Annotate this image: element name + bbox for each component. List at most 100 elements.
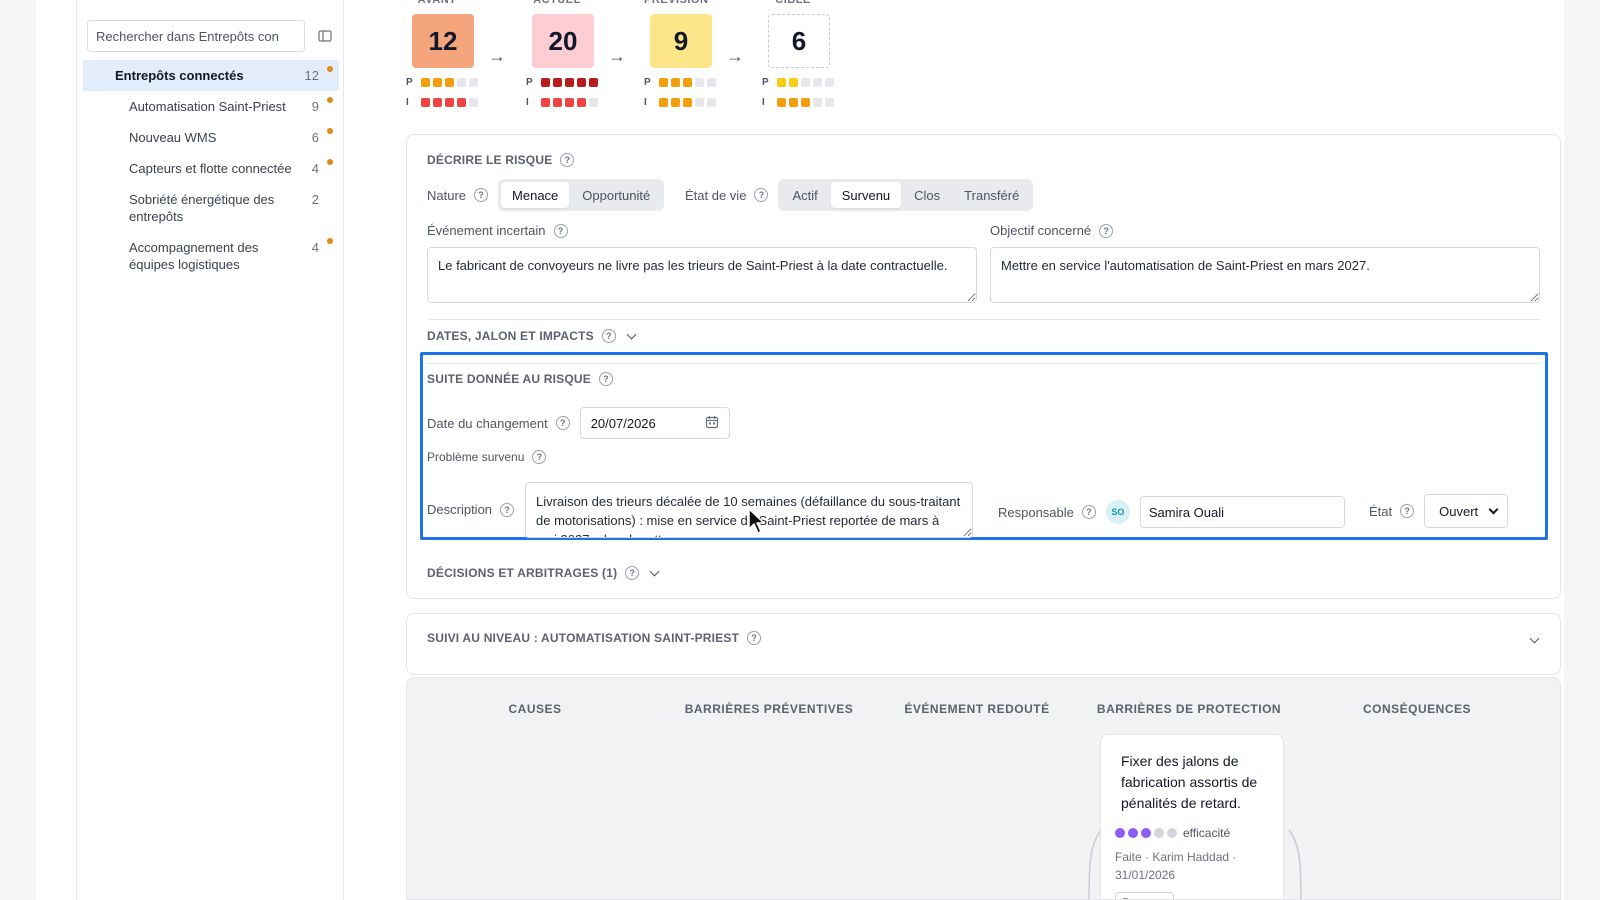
- arrow-right-icon: →: [608, 46, 626, 66]
- help-icon[interactable]: ?: [1081, 505, 1096, 519]
- objective-textarea[interactable]: Mettre en service l'automatisation de Sa…: [990, 247, 1540, 303]
- decisions-section-toggle[interactable]: DÉCISIONS ET ARBITRAGES (1) ?: [427, 566, 660, 580]
- help-icon[interactable]: ?: [598, 372, 613, 386]
- tree-item[interactable]: Capteurs et flotte connectée 4: [83, 153, 339, 184]
- level-square: [659, 78, 668, 87]
- level-square: [671, 78, 680, 87]
- tree-item[interactable]: Automatisation Saint-Priest 9: [83, 91, 339, 122]
- status-select[interactable]: Ouvert: [1424, 494, 1509, 528]
- sidebar-search-row: [87, 20, 337, 52]
- bowtie-column-header: BARRIÈRES DE PROTECTION: [1096, 702, 1282, 716]
- level-square: [577, 78, 586, 87]
- nature-option[interactable]: Menace: [501, 182, 570, 208]
- help-icon[interactable]: ?: [555, 416, 570, 430]
- divider: [427, 363, 1540, 364]
- lifecycle-option[interactable]: Transféré: [953, 182, 1030, 208]
- chevron-down-icon: [626, 329, 637, 340]
- chevron-down-icon[interactable]: [1529, 633, 1540, 644]
- description-label: Description?: [427, 502, 515, 517]
- tree-item[interactable]: Sobriété énergétique des entrepôts 2: [83, 184, 339, 232]
- followup-section-title: SUITE DONNÉE AU RISQUE ?: [427, 372, 613, 386]
- help-icon[interactable]: ?: [500, 502, 515, 517]
- change-date-input[interactable]: 20/07/2026: [579, 407, 730, 439]
- level-square: [553, 78, 562, 87]
- level-square: [683, 78, 692, 87]
- help-icon[interactable]: ?: [532, 450, 547, 464]
- dates-section-title: DATES, JALON ET IMPACTS: [427, 329, 594, 343]
- level-title: SUIVI AU NIVEAU : AUTOMATISATION SAINT-P…: [427, 631, 740, 645]
- dot-key: I: [644, 97, 647, 108]
- bowtie-column-header: CONSÉQUENCES: [1362, 702, 1472, 716]
- alert-dot-icon: [327, 238, 333, 244]
- help-icon[interactable]: ?: [601, 329, 616, 343]
- arrow-right-icon: →: [726, 46, 744, 66]
- level-tracking-card[interactable]: SUIVI AU NIVEAU : AUTOMATISATION SAINT-P…: [406, 613, 1561, 675]
- probability-dots: P: [406, 77, 516, 88]
- help-icon[interactable]: ?: [1400, 504, 1415, 518]
- describe-title: DÉCRIRE LE RISQUE: [427, 153, 553, 167]
- level-square: [469, 78, 478, 87]
- score-value[interactable]: 12: [412, 14, 474, 68]
- help-icon[interactable]: ?: [560, 153, 575, 167]
- level-square: [801, 98, 810, 107]
- bowtie-column-header: BARRIÈRES PRÉVENTIVES: [684, 702, 854, 716]
- change-date-row: Date du changement? 20/07/2026: [427, 407, 730, 439]
- level-square: [541, 98, 550, 107]
- level-square: [589, 78, 598, 87]
- tree-item-label: Capteurs et flotte connectée: [129, 161, 292, 176]
- lifecycle-option[interactable]: Actif: [781, 182, 828, 208]
- dot-key: P: [526, 77, 533, 88]
- lifecycle-segmented-control: Actif Survenu Clos Transféré: [778, 179, 1034, 211]
- change-date-value: 20/07/2026: [590, 415, 656, 431]
- score-label: PRÉVISION: [644, 0, 709, 6]
- score-label: CIBLE: [775, 0, 811, 6]
- level-square: [553, 98, 562, 107]
- search-input[interactable]: [87, 20, 306, 52]
- efficacy-dot: [1141, 828, 1151, 838]
- event-textarea[interactable]: Le fabricant de convoyeurs ne livre pas …: [427, 247, 977, 303]
- tree-item[interactable]: Nouveau WMS 6: [83, 122, 339, 153]
- efficacy-dot: [1128, 828, 1138, 838]
- level-square: [445, 78, 454, 87]
- alert-dot-icon: [327, 97, 333, 103]
- score-label: ACTUEL: [533, 0, 581, 6]
- score-value[interactable]: 20: [532, 14, 594, 68]
- help-icon[interactable]: ?: [747, 631, 762, 645]
- tree-item-label: Nouveau WMS: [129, 130, 217, 145]
- project-tree: Entrepôts connectés 12 Automatisation Sain…: [83, 60, 339, 280]
- lifecycle-option[interactable]: Clos: [903, 182, 951, 208]
- level-square: [789, 98, 798, 107]
- level-square: [695, 78, 704, 87]
- status-value: Ouvert: [1439, 503, 1479, 519]
- score-value[interactable]: 9: [650, 14, 712, 68]
- nature-option[interactable]: Opportunité: [571, 182, 661, 208]
- efficacy-dot: [1154, 828, 1164, 838]
- calendar-icon[interactable]: [705, 415, 719, 432]
- level-square: [659, 98, 668, 107]
- level-square: [469, 98, 478, 107]
- decisions-title: DÉCISIONS ET ARBITRAGES (1): [427, 566, 618, 580]
- avatar: SO: [1105, 500, 1130, 524]
- tree-item[interactable]: Accompagnement des équipes logistiques 4: [83, 232, 339, 280]
- proof-button[interactable]: Preuve ·: [1115, 892, 1175, 899]
- level-square: [577, 98, 586, 107]
- level-square: [825, 78, 834, 87]
- help-icon[interactable]: ?: [754, 188, 769, 202]
- help-icon[interactable]: ?: [474, 188, 489, 202]
- score-value[interactable]: 6: [768, 14, 830, 68]
- tree-item-root[interactable]: Entrepôts connectés 12: [83, 60, 339, 91]
- level-square: [457, 98, 466, 107]
- help-icon[interactable]: ?: [625, 566, 640, 580]
- level-square: [825, 98, 834, 107]
- impact-dots: I: [644, 97, 754, 108]
- dot-key: I: [762, 97, 765, 108]
- lifecycle-option[interactable]: Survenu: [830, 182, 902, 208]
- protection-barrier-card[interactable]: Fixer des jalons de fabrication assortis…: [1100, 734, 1284, 899]
- owner-input[interactable]: Samira Ouali: [1139, 496, 1345, 528]
- level-square: [565, 78, 574, 87]
- problem-description-textarea[interactable]: Livraison des trieurs décalée de 10 sema…: [525, 482, 973, 538]
- dates-section-toggle[interactable]: DATES, JALON ET IMPACTS ?: [427, 329, 637, 343]
- help-icon[interactable]: ?: [1099, 223, 1114, 238]
- help-icon[interactable]: ?: [553, 223, 568, 238]
- sidebar-toggle-icon[interactable]: [313, 24, 337, 48]
